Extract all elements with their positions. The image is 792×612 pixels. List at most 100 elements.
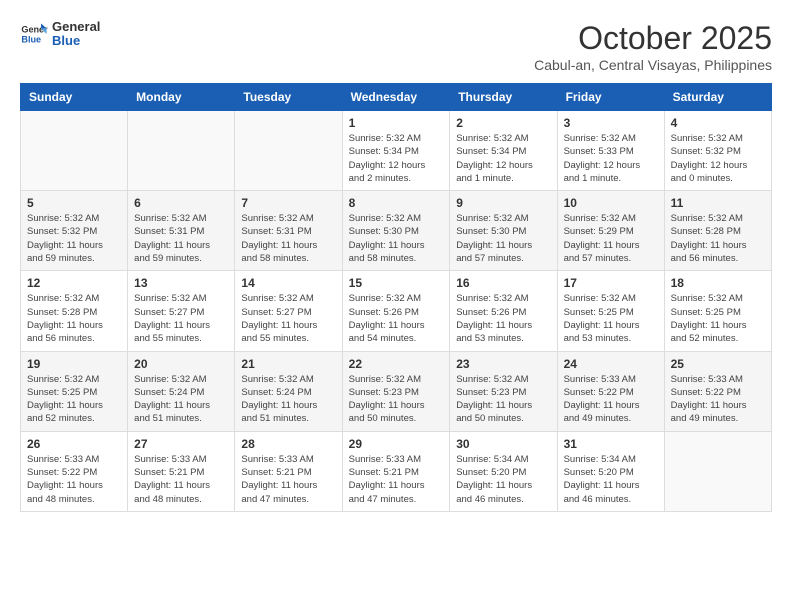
calendar-cell: 14 Sunrise: 5:32 AM Sunset: 5:27 PM Dayli… (235, 271, 342, 351)
calendar-cell: 2Sunrise: 5:32 AM Sunset: 5:34 PM Daylig… (450, 111, 557, 191)
calendar-cell (664, 431, 771, 511)
day-number: 28 (241, 437, 335, 451)
weekday-header: Monday (128, 84, 235, 111)
day-number: 18 (671, 276, 765, 290)
calendar-week-row: 12Sunrise: 5:32 AM Sunset: 5:28 PM Dayli… (21, 271, 772, 351)
day-info: Sunrise: 5:32 AM Sunset: 5:30 PM Dayligh… (456, 212, 550, 265)
calendar-cell: 18 Sunrise: 5:32 AM Sunset: 5:25 PM Dayli… (664, 271, 771, 351)
calendar-cell: 5Sunrise: 5:32 AM Sunset: 5:32 PM Daylig… (21, 191, 128, 271)
header: General Blue General Blue October 2025 C… (20, 20, 772, 73)
calendar-table: SundayMondayTuesdayWednesdayThursdayFrid… (20, 83, 772, 512)
day-info: Sunrise: 5:33 AM Sunset: 5:22 PM Dayligh… (27, 453, 121, 506)
day-info: Sunrise: 5:33 AM Sunset: 5:21 PM Dayligh… (349, 453, 444, 506)
day-info: Sunrise: 5:32 AM Sunset: 5:33 PM Dayligh… (564, 132, 658, 185)
day-info: Sunrise: 5:33 AM Sunset: 5:22 PM Dayligh… (671, 373, 765, 426)
day-number: 29 (349, 437, 444, 451)
day-number: 6 (134, 196, 228, 210)
day-info: Sunrise: 5:32 AM Sunset: 5:30 PM Dayligh… (349, 212, 444, 265)
day-info: Sunrise: 5:32 AM Sunset: 5:31 PM Dayligh… (134, 212, 228, 265)
month-title: October 2025 (534, 20, 772, 57)
day-info: Sunrise: 5:32 AM Sunset: 5:27 PM Dayligh… (241, 292, 335, 345)
logo-blue: Blue (52, 34, 100, 48)
day-number: 2 (456, 116, 550, 130)
calendar-cell: 16 Sunrise: 5:32 AM Sunset: 5:26 PM Dayli… (450, 271, 557, 351)
logo: General Blue General Blue (20, 20, 100, 49)
day-number: 15 (349, 276, 444, 290)
day-number: 24 (564, 357, 658, 371)
calendar-week-row: 5Sunrise: 5:32 AM Sunset: 5:32 PM Daylig… (21, 191, 772, 271)
day-number: 10 (564, 196, 658, 210)
day-info: Sunrise: 5:32 AM Sunset: 5:26 PM Dayligh… (349, 292, 444, 345)
calendar-cell: 12Sunrise: 5:32 AM Sunset: 5:28 PM Dayli… (21, 271, 128, 351)
calendar-cell: 11 Sunrise: 5:32 AM Sunset: 5:28 PM Dayli… (664, 191, 771, 271)
calendar-cell: 27Sunrise: 5:33 AM Sunset: 5:21 PM Dayli… (128, 431, 235, 511)
day-number: 25 (671, 357, 765, 371)
day-number: 13 (134, 276, 228, 290)
calendar-week-row: 26 Sunrise: 5:33 AM Sunset: 5:22 PM Dayli… (21, 431, 772, 511)
calendar-week-row: 19 Sunrise: 5:32 AM Sunset: 5:25 PM Dayli… (21, 351, 772, 431)
weekday-header: Wednesday (342, 84, 450, 111)
day-number: 23 (456, 357, 550, 371)
calendar-cell: 9Sunrise: 5:32 AM Sunset: 5:30 PM Daylig… (450, 191, 557, 271)
day-info: Sunrise: 5:32 AM Sunset: 5:31 PM Dayligh… (241, 212, 335, 265)
day-info: Sunrise: 5:32 AM Sunset: 5:32 PM Dayligh… (27, 212, 121, 265)
day-info: Sunrise: 5:32 AM Sunset: 5:27 PM Dayligh… (134, 292, 228, 345)
day-info: Sunrise: 5:32 AM Sunset: 5:23 PM Dayligh… (349, 373, 444, 426)
day-number: 19 (27, 357, 121, 371)
calendar-cell: 22 Sunrise: 5:32 AM Sunset: 5:23 PM Dayli… (342, 351, 450, 431)
day-info: Sunrise: 5:33 AM Sunset: 5:22 PM Dayligh… (564, 373, 658, 426)
day-info: Sunrise: 5:32 AM Sunset: 5:25 PM Dayligh… (564, 292, 658, 345)
svg-text:Blue: Blue (21, 35, 41, 45)
calendar-cell (128, 111, 235, 191)
day-info: Sunrise: 5:32 AM Sunset: 5:34 PM Dayligh… (349, 132, 444, 185)
calendar-cell: 21Sunrise: 5:32 AM Sunset: 5:24 PM Dayli… (235, 351, 342, 431)
calendar-cell: 17 Sunrise: 5:32 AM Sunset: 5:25 PM Dayli… (557, 271, 664, 351)
logo-general: General (52, 20, 100, 34)
calendar-cell: 24 Sunrise: 5:33 AM Sunset: 5:22 PM Dayli… (557, 351, 664, 431)
day-number: 26 (27, 437, 121, 451)
calendar-cell: 31Sunrise: 5:34 AM Sunset: 5:20 PM Dayli… (557, 431, 664, 511)
calendar-cell: 8 Sunrise: 5:32 AM Sunset: 5:30 PM Daylig… (342, 191, 450, 271)
calendar-cell: 4Sunrise: 5:32 AM Sunset: 5:32 PM Daylig… (664, 111, 771, 191)
day-number: 12 (27, 276, 121, 290)
calendar-cell: 6 Sunrise: 5:32 AM Sunset: 5:31 PM Daylig… (128, 191, 235, 271)
weekday-header: Sunday (21, 84, 128, 111)
weekday-header: Friday (557, 84, 664, 111)
calendar-cell (235, 111, 342, 191)
calendar-cell: 1Sunrise: 5:32 AM Sunset: 5:34 PM Daylig… (342, 111, 450, 191)
title-area: October 2025 Cabul-an, Central Visayas, … (534, 20, 772, 73)
day-number: 21 (241, 357, 335, 371)
day-number: 20 (134, 357, 228, 371)
day-number: 14 (241, 276, 335, 290)
calendar-cell: 7 Sunrise: 5:32 AM Sunset: 5:31 PM Daylig… (235, 191, 342, 271)
calendar-cell: 29 Sunrise: 5:33 AM Sunset: 5:21 PM Dayli… (342, 431, 450, 511)
day-info: Sunrise: 5:32 AM Sunset: 5:24 PM Dayligh… (134, 373, 228, 426)
calendar-cell: 28 Sunrise: 5:33 AM Sunset: 5:21 PM Dayli… (235, 431, 342, 511)
calendar-body: 1Sunrise: 5:32 AM Sunset: 5:34 PM Daylig… (21, 111, 772, 512)
calendar-cell: 23Sunrise: 5:32 AM Sunset: 5:23 PM Dayli… (450, 351, 557, 431)
day-info: Sunrise: 5:32 AM Sunset: 5:32 PM Dayligh… (671, 132, 765, 185)
day-info: Sunrise: 5:33 AM Sunset: 5:21 PM Dayligh… (134, 453, 228, 506)
calendar-header: SundayMondayTuesdayWednesdayThursdayFrid… (21, 84, 772, 111)
day-number: 22 (349, 357, 444, 371)
calendar-cell: 19 Sunrise: 5:32 AM Sunset: 5:25 PM Dayli… (21, 351, 128, 431)
day-info: Sunrise: 5:32 AM Sunset: 5:28 PM Dayligh… (671, 212, 765, 265)
day-number: 7 (241, 196, 335, 210)
weekday-header: Tuesday (235, 84, 342, 111)
day-info: Sunrise: 5:34 AM Sunset: 5:20 PM Dayligh… (564, 453, 658, 506)
day-info: Sunrise: 5:33 AM Sunset: 5:21 PM Dayligh… (241, 453, 335, 506)
day-info: Sunrise: 5:32 AM Sunset: 5:25 PM Dayligh… (671, 292, 765, 345)
day-number: 17 (564, 276, 658, 290)
calendar-cell: 15 Sunrise: 5:32 AM Sunset: 5:26 PM Dayli… (342, 271, 450, 351)
calendar-cell (21, 111, 128, 191)
day-number: 3 (564, 116, 658, 130)
day-number: 16 (456, 276, 550, 290)
calendar-cell: 13 Sunrise: 5:32 AM Sunset: 5:27 PM Dayli… (128, 271, 235, 351)
weekday-header: Thursday (450, 84, 557, 111)
day-number: 11 (671, 196, 765, 210)
day-number: 8 (349, 196, 444, 210)
logo-text: General Blue (52, 20, 100, 49)
day-info: Sunrise: 5:32 AM Sunset: 5:26 PM Dayligh… (456, 292, 550, 345)
logo-icon: General Blue (20, 20, 48, 48)
day-info: Sunrise: 5:32 AM Sunset: 5:25 PM Dayligh… (27, 373, 121, 426)
